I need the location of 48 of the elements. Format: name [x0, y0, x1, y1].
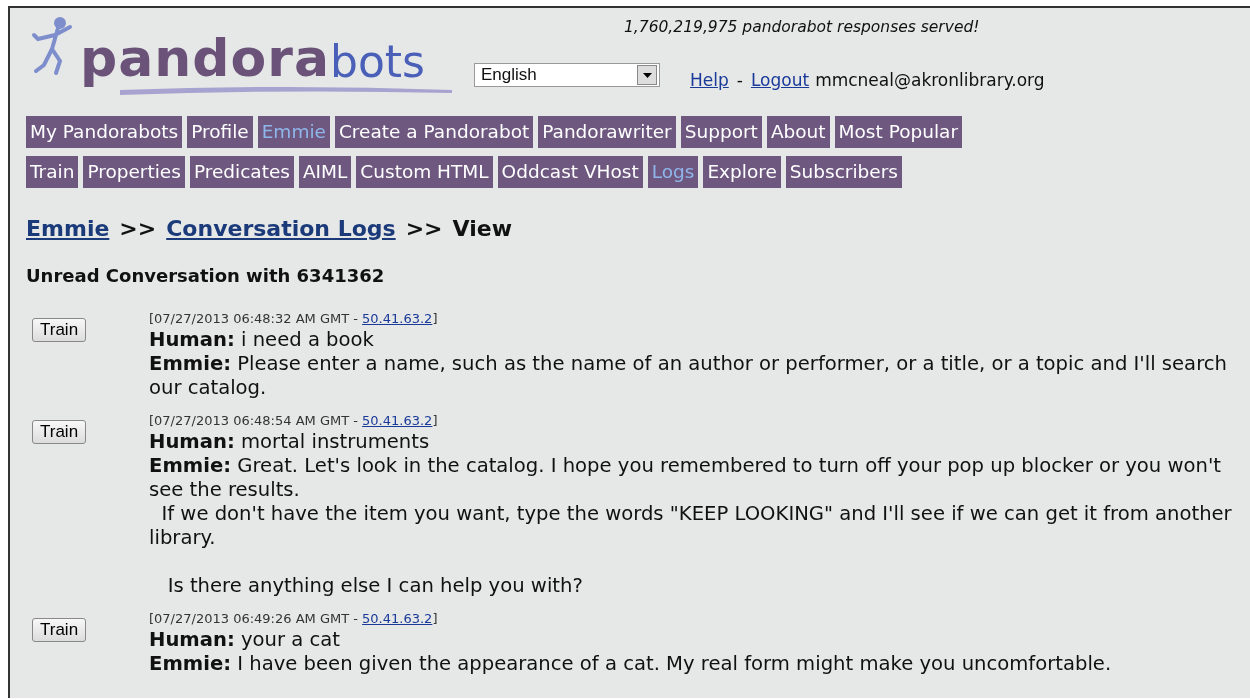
conversation-heading: Unread Conversation with 6341362	[26, 265, 386, 286]
bot-message: Emmie: Please enter a name, such as the name of an author or performer, or a title, or a topic and I'll search our catalog.	[149, 352, 1228, 400]
menu-tab[interactable]: Train	[26, 156, 79, 188]
breadcrumb-separator: >>	[405, 216, 443, 241]
breadcrumb-link[interactable]: Emmie	[26, 216, 110, 241]
ip-link[interactable]: 50.41.63.2	[362, 311, 433, 326]
link-separator: -	[736, 70, 743, 90]
human-message: Human: i need a book	[149, 328, 375, 352]
menu-tab[interactable]: Support	[680, 116, 762, 148]
help-link[interactable]: Help	[690, 70, 729, 90]
logout-link[interactable]: Logout	[750, 70, 810, 90]
timestamp-bracket: ]	[432, 611, 438, 626]
ip-link[interactable]: 50.41.63.2	[362, 611, 433, 626]
menu-tab[interactable]: Predicates	[189, 156, 294, 188]
human-message: Human: your a cat	[149, 628, 341, 652]
menu-tab[interactable]: Properties	[83, 156, 185, 188]
responses-counter: 1,760,219,975 pandorabot responses served!	[624, 18, 981, 36]
bot-message: Emmie: I have been given the appearance of a cat. My real form might make you uncomfortable.	[149, 652, 1113, 676]
menu-tab[interactable]: Explore	[703, 156, 781, 188]
train-button[interactable]: Train	[32, 618, 87, 642]
ip-link[interactable]: 50.41.63.2	[362, 413, 433, 428]
language-select[interactable]: English	[474, 63, 660, 87]
menu-tab[interactable]: Pandorawriter	[538, 116, 676, 148]
dropdown-arrow-icon	[642, 72, 652, 78]
train-button[interactable]: Train	[32, 318, 87, 342]
human-message: Human: mortal instruments	[149, 430, 431, 454]
timestamp: [07/27/2013 06:48:54 AM GMT -	[149, 413, 359, 428]
menu-tab[interactable]: AIML	[298, 156, 352, 188]
menu-tab[interactable]: Subscribers	[785, 156, 902, 188]
dancing-figure-icon	[30, 15, 74, 77]
breadcrumb-link[interactable]: Conversation Logs	[166, 216, 396, 241]
menu-tab[interactable]: Profile	[187, 116, 253, 148]
timestamp: [07/27/2013 06:49:26 AM GMT -	[149, 611, 359, 626]
menu-tab[interactable]: About	[766, 116, 830, 148]
breadcrumb-current: View	[452, 216, 512, 241]
logo: pandora bots	[26, 8, 456, 104]
timestamp-bracket: ]	[432, 413, 438, 428]
train-button[interactable]: Train	[32, 420, 87, 444]
timestamp: [07/27/2013 06:48:32 AM GMT -	[149, 311, 359, 326]
user-email: mmcneal@akronlibrary.org	[815, 70, 1045, 90]
menu-tab[interactable]: Most Popular	[834, 116, 962, 148]
menu-tab[interactable]: Create a Pandorabot	[334, 116, 534, 148]
timestamp-bracket: ]	[432, 311, 438, 326]
menu-tab[interactable]: Custom HTML	[356, 156, 493, 188]
bot-message: Emmie: Great. Let's look in the catalog. I hope you remembered to turn off your pop up blocker or you won't see the results. If we don't have the item you want, type the words "KEEP LOOKING" and I'll see if we can get it from another library. Is there anything else I can help you with?	[149, 454, 1233, 598]
breadcrumb-separator: >>	[119, 216, 157, 241]
menu-tab[interactable]: My Pandorabots	[26, 116, 183, 148]
menu-tab[interactable]: Oddcast VHost	[497, 156, 643, 188]
